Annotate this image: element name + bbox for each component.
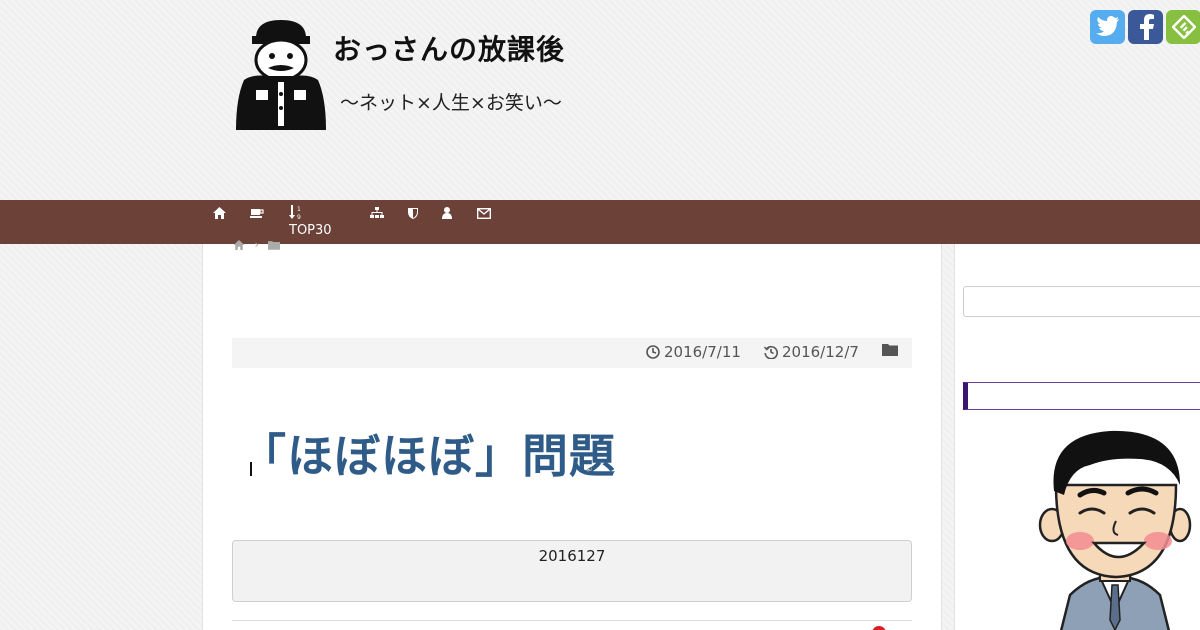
facebook-share-button[interactable] — [1128, 10, 1163, 44]
update-notice-box: 2016127 — [232, 540, 912, 602]
svg-text:9: 9 — [297, 214, 301, 220]
site-title[interactable]: おっさんの放課後 — [333, 28, 565, 68]
folder-icon[interactable] — [268, 240, 281, 250]
nav-contact[interactable] — [477, 208, 491, 219]
site-header: おっさんの放課後 〜ネット×人生×お笑い〜 — [0, 0, 1200, 200]
home-icon — [213, 207, 226, 219]
post-title: 「ほぼほぼ」問題 — [240, 429, 616, 483]
twitter-icon — [1095, 16, 1119, 36]
nav-sitemap[interactable] — [370, 207, 384, 219]
user-icon — [442, 207, 452, 219]
author-avatar-illustration — [1038, 430, 1192, 630]
facebook-icon — [1139, 14, 1154, 40]
chevron-right-icon: › — [254, 238, 259, 251]
nav-blog[interactable] — [250, 207, 264, 219]
history-icon — [764, 345, 778, 359]
home-icon[interactable] — [233, 240, 245, 250]
svg-text:1: 1 — [297, 206, 301, 213]
sidebar-search-input[interactable] — [963, 286, 1200, 317]
text-cursor — [250, 462, 252, 476]
sort-numeric-icon: 19 — [289, 205, 301, 220]
nav-profile[interactable] — [442, 207, 452, 219]
site-tagline: 〜ネット×人生×お笑い〜 — [340, 92, 562, 114]
site-logo-mascot-icon[interactable] — [234, 18, 328, 132]
update-notice-text: 2016127 — [538, 547, 606, 565]
sitemap-icon — [370, 207, 384, 218]
post-date-published: 2016/7/11 — [646, 343, 741, 361]
nav-top30-label[interactable]: TOP30 — [289, 223, 332, 238]
envelope-icon — [477, 208, 491, 219]
nav-privacy[interactable] — [408, 207, 418, 219]
feedly-follow-button[interactable] — [1166, 10, 1200, 44]
post-category[interactable] — [882, 343, 898, 356]
coffee-icon — [250, 209, 264, 218]
folder-icon — [882, 344, 898, 356]
clock-icon — [646, 345, 660, 359]
content-divider — [232, 620, 912, 621]
global-nav — [0, 200, 1200, 244]
feedly-icon — [1171, 15, 1196, 39]
sidebar-widget-heading — [963, 382, 1200, 410]
nav-home[interactable] — [213, 207, 226, 219]
published-date: 2016/7/11 — [664, 343, 741, 361]
nav-top30[interactable]: 19 — [289, 205, 305, 220]
breadcrumb: › — [233, 238, 281, 251]
twitter-share-button[interactable] — [1090, 10, 1125, 44]
post-date-updated: 2016/12/7 — [764, 343, 859, 361]
updated-date: 2016/12/7 — [782, 343, 859, 361]
return-mark-icon: ↵ — [586, 466, 594, 476]
shield-icon — [408, 208, 418, 219]
